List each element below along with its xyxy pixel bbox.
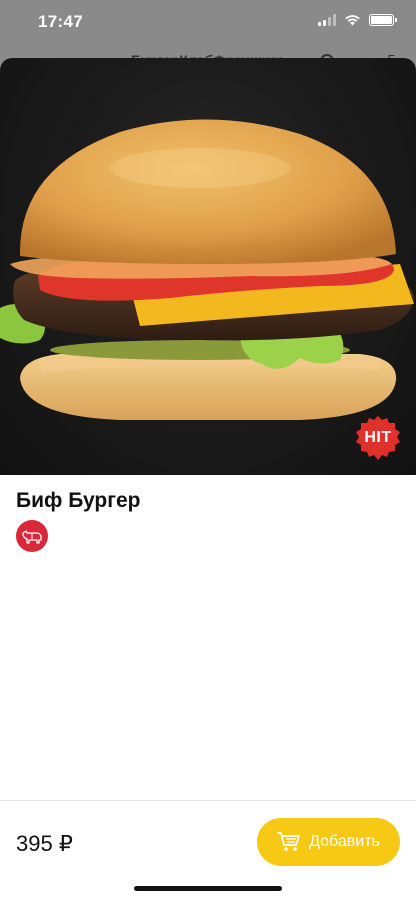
screen: 17:47 ‹ БургерКлабФраншиза Б [0, 0, 416, 900]
wifi-icon [345, 15, 360, 26]
price-label: 395 ₽ [16, 831, 73, 856]
status-time: 17:47 [38, 12, 83, 31]
home-indicator[interactable] [134, 886, 282, 891]
burger-illustration [0, 119, 414, 420]
cart-icon [277, 832, 301, 851]
add-to-cart-button[interactable]: Добавить [257, 818, 400, 866]
cellular-signal-icon [318, 14, 336, 26]
hit-badge: HIT [355, 415, 401, 461]
beef-icon [16, 520, 48, 552]
bottom-bar: 395 ₽ Добавить [0, 800, 416, 900]
add-button-label: Добавить [309, 833, 380, 850]
status-bar: 17:47 [0, 0, 416, 44]
product-title: Биф Бургер [16, 489, 141, 512]
burger-photo: HIT [0, 58, 416, 475]
battery-icon [369, 14, 397, 26]
hit-badge-label: HIT [364, 429, 392, 446]
product-sheet: HIT Биф Бургер [0, 58, 416, 900]
status-icons [318, 14, 397, 26]
